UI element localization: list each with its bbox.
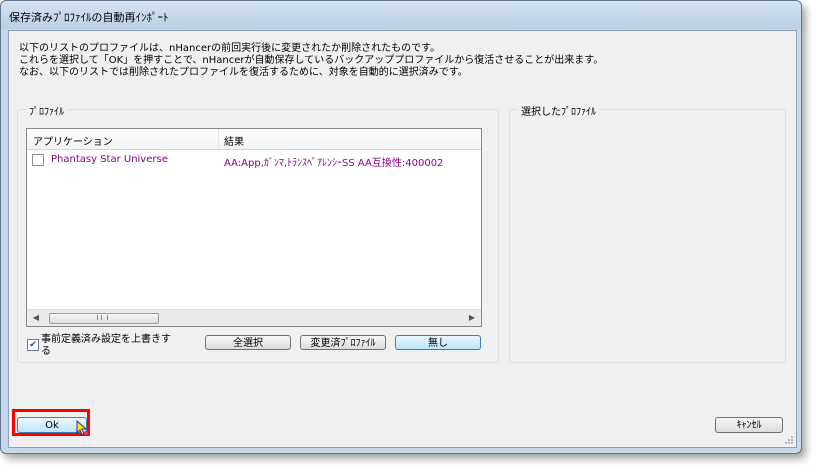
scroll-left-icon[interactable]: ◀ xyxy=(30,312,42,324)
pointer-cursor-icon xyxy=(76,420,88,436)
list-header: アプリケーション 結果 xyxy=(27,129,481,150)
profile-group-label: ﾌﾟﾛﾌｧｲﾙ xyxy=(26,103,67,118)
cancel-button[interactable]: ｷｬﾝｾﾙ xyxy=(715,417,783,433)
selected-profile-group: 選択したﾌﾟﾛﾌｧｲﾙ xyxy=(509,103,786,363)
intro-line: 以下のリストのプロファイルは、nHancerの前回実行後に変更されたか削除された… xyxy=(19,43,441,54)
row-result: AA:App,ｶﾞﾝﾏ,ﾄﾗﾝｽﾍﾟｱﾚﾝｼｰSS AA互換性:400002 xyxy=(224,158,444,169)
grip-icon xyxy=(97,315,108,320)
scroll-thumb[interactable] xyxy=(49,313,159,324)
scroll-right-icon[interactable]: ▶ xyxy=(466,312,478,324)
selected-profile-group-label: 選択したﾌﾟﾛﾌｧｲﾙ xyxy=(518,103,599,118)
row-checkbox[interactable] xyxy=(32,154,44,166)
resize-grip-icon[interactable] xyxy=(784,435,794,445)
profile-list[interactable]: アプリケーション 結果 Phantasy Star Universe AA:Ap… xyxy=(26,128,482,327)
intro-text: 以下のリストのプロファイルは、nHancerの前回実行後に変更されたか削除された… xyxy=(19,43,603,79)
row-application: Phantasy Star Universe xyxy=(51,154,168,165)
title-bar[interactable]: 保存済みﾌﾟﾛﾌｧｲﾙの自動再ｲﾝﾎﾟｰﾄ xyxy=(1,1,801,29)
intro-line: これらを選択して「OK」を押すことで、nHancerが自動保存しているバックアッ… xyxy=(19,55,604,66)
select-all-button[interactable]: 全選択 xyxy=(205,335,291,350)
none-button[interactable]: 無し xyxy=(395,335,481,350)
intro-line: なお、以下のリストでは削除されたプロファイルを復活するために、対象を自動的に選択… xyxy=(19,67,468,78)
list-item[interactable]: Phantasy Star Universe AA:App,ｶﾞﾝﾏ,ﾄﾗﾝｽﾍ… xyxy=(27,153,481,169)
dialog-window: 保存済みﾌﾟﾛﾌｧｲﾙの自動再ｲﾝﾎﾟｰﾄ 以下のリストのプロファイルは、nHa… xyxy=(0,0,802,454)
horizontal-scrollbar[interactable]: ◀ ▶ xyxy=(27,309,481,326)
column-header-application[interactable]: アプリケーション xyxy=(33,133,113,148)
column-header-result[interactable]: 結果 xyxy=(224,133,244,148)
checkmark-icon[interactable]: ✔ xyxy=(27,339,39,351)
window-title: 保存済みﾌﾟﾛﾌｧｲﾙの自動再ｲﾝﾎﾟｰﾄ xyxy=(9,11,169,24)
column-divider[interactable] xyxy=(218,129,219,149)
changed-profiles-button[interactable]: 変更済ﾌﾟﾛﾌｧｲﾙ xyxy=(300,335,386,350)
overwrite-checkbox-label: 事前定義済み設定を上書きする xyxy=(41,334,171,357)
dialog-body: 以下のリストのプロファイルは、nHancerの前回実行後に変更されたか削除された… xyxy=(8,30,797,448)
